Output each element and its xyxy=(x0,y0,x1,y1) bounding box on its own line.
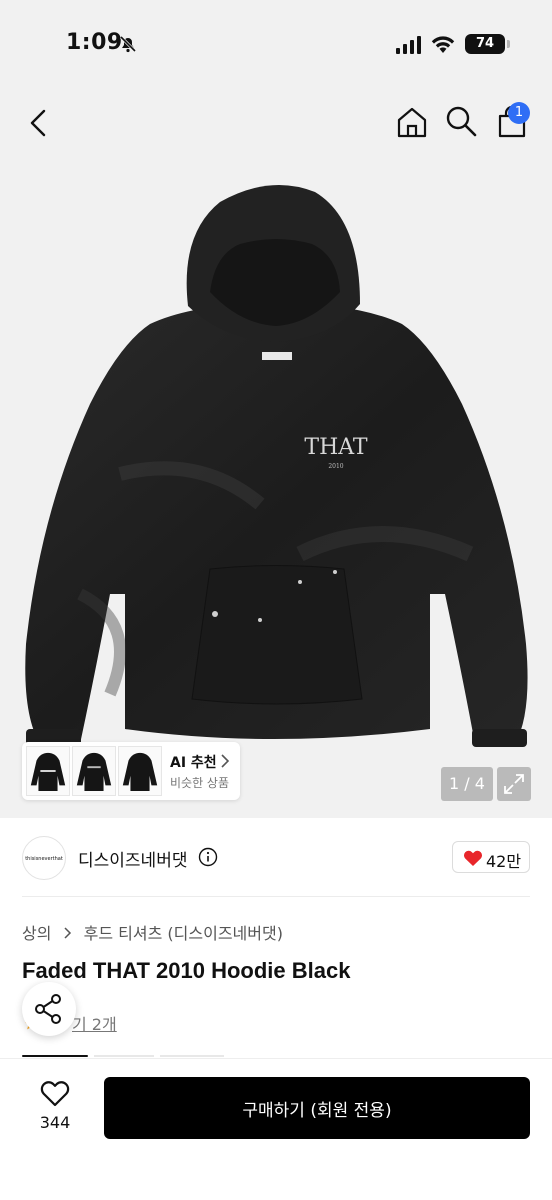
ai-recommend-title: AI 추천 xyxy=(170,755,217,771)
bell-off-icon xyxy=(119,35,137,53)
tab-indicator[interactable] xyxy=(160,1055,224,1057)
back-arrow-icon[interactable] xyxy=(22,106,56,140)
cart-count-badge: 1 xyxy=(508,102,530,124)
reviews-link[interactable]: 기 2개 xyxy=(72,1011,117,1035)
tab-indicator-active[interactable] xyxy=(22,1055,88,1057)
buy-button[interactable]: 구매하기 (회원 전용) xyxy=(104,1077,530,1139)
brand-like-button[interactable]: 42만 xyxy=(452,841,530,873)
divider xyxy=(22,896,530,897)
status-bar: 1:09 74 xyxy=(0,0,552,90)
expand-icon[interactable] xyxy=(497,767,531,801)
hoodie-product-image: THAT 2010 xyxy=(25,184,528,747)
svg-text:2010: 2010 xyxy=(328,463,343,470)
brand-name[interactable]: 디스이즈네버댓 xyxy=(78,846,187,871)
battery-indicator: 74 xyxy=(465,34,510,54)
heart-icon xyxy=(463,850,483,866)
brand-logo[interactable]: thisisneverthat xyxy=(22,836,66,880)
wishlist-count: 344 xyxy=(39,1113,71,1132)
ai-recommend-card[interactable]: AI 추천 비슷한 상품 xyxy=(22,742,240,800)
breadcrumb: 상의 후드 티셔츠 (디스이즈네버댓) xyxy=(22,920,283,944)
wifi-icon xyxy=(431,36,455,53)
wishlist-button[interactable]: 344 xyxy=(22,1077,88,1141)
chevron-right-icon xyxy=(64,927,71,939)
ai-recommend-subtitle: 비슷한 상품 xyxy=(170,776,230,790)
similar-product-thumb[interactable] xyxy=(72,746,116,796)
product-image-area[interactable]: 1 THAT 2010 AI 추천 비슷한 상품 1 / 4 xyxy=(0,90,552,818)
heart-outline-icon xyxy=(40,1081,70,1107)
share-button[interactable] xyxy=(22,982,76,1036)
search-icon[interactable] xyxy=(444,104,478,138)
home-icon[interactable] xyxy=(394,104,430,140)
status-time: 1:09 xyxy=(66,30,123,55)
chevron-right-icon xyxy=(221,754,230,768)
signal-icon xyxy=(396,36,421,54)
share-icon xyxy=(35,994,61,1024)
info-icon[interactable] xyxy=(198,847,218,867)
similar-product-thumb[interactable] xyxy=(118,746,162,796)
bottom-action-bar: 344 구매하기 (회원 전용) xyxy=(0,1058,552,1200)
brand-like-count: 42만 xyxy=(486,852,522,871)
similar-product-thumb[interactable] xyxy=(26,746,70,796)
tab-indicator[interactable] xyxy=(94,1055,154,1057)
breadcrumb-category[interactable]: 상의 xyxy=(22,924,51,943)
svg-text:THAT: THAT xyxy=(304,435,368,460)
image-page-indicator: 1 / 4 xyxy=(441,767,493,801)
breadcrumb-subcategory[interactable]: 후드 티셔츠 (디스이즈네버댓) xyxy=(84,924,283,943)
product-title: Faded THAT 2010 Hoodie Black xyxy=(22,958,351,983)
